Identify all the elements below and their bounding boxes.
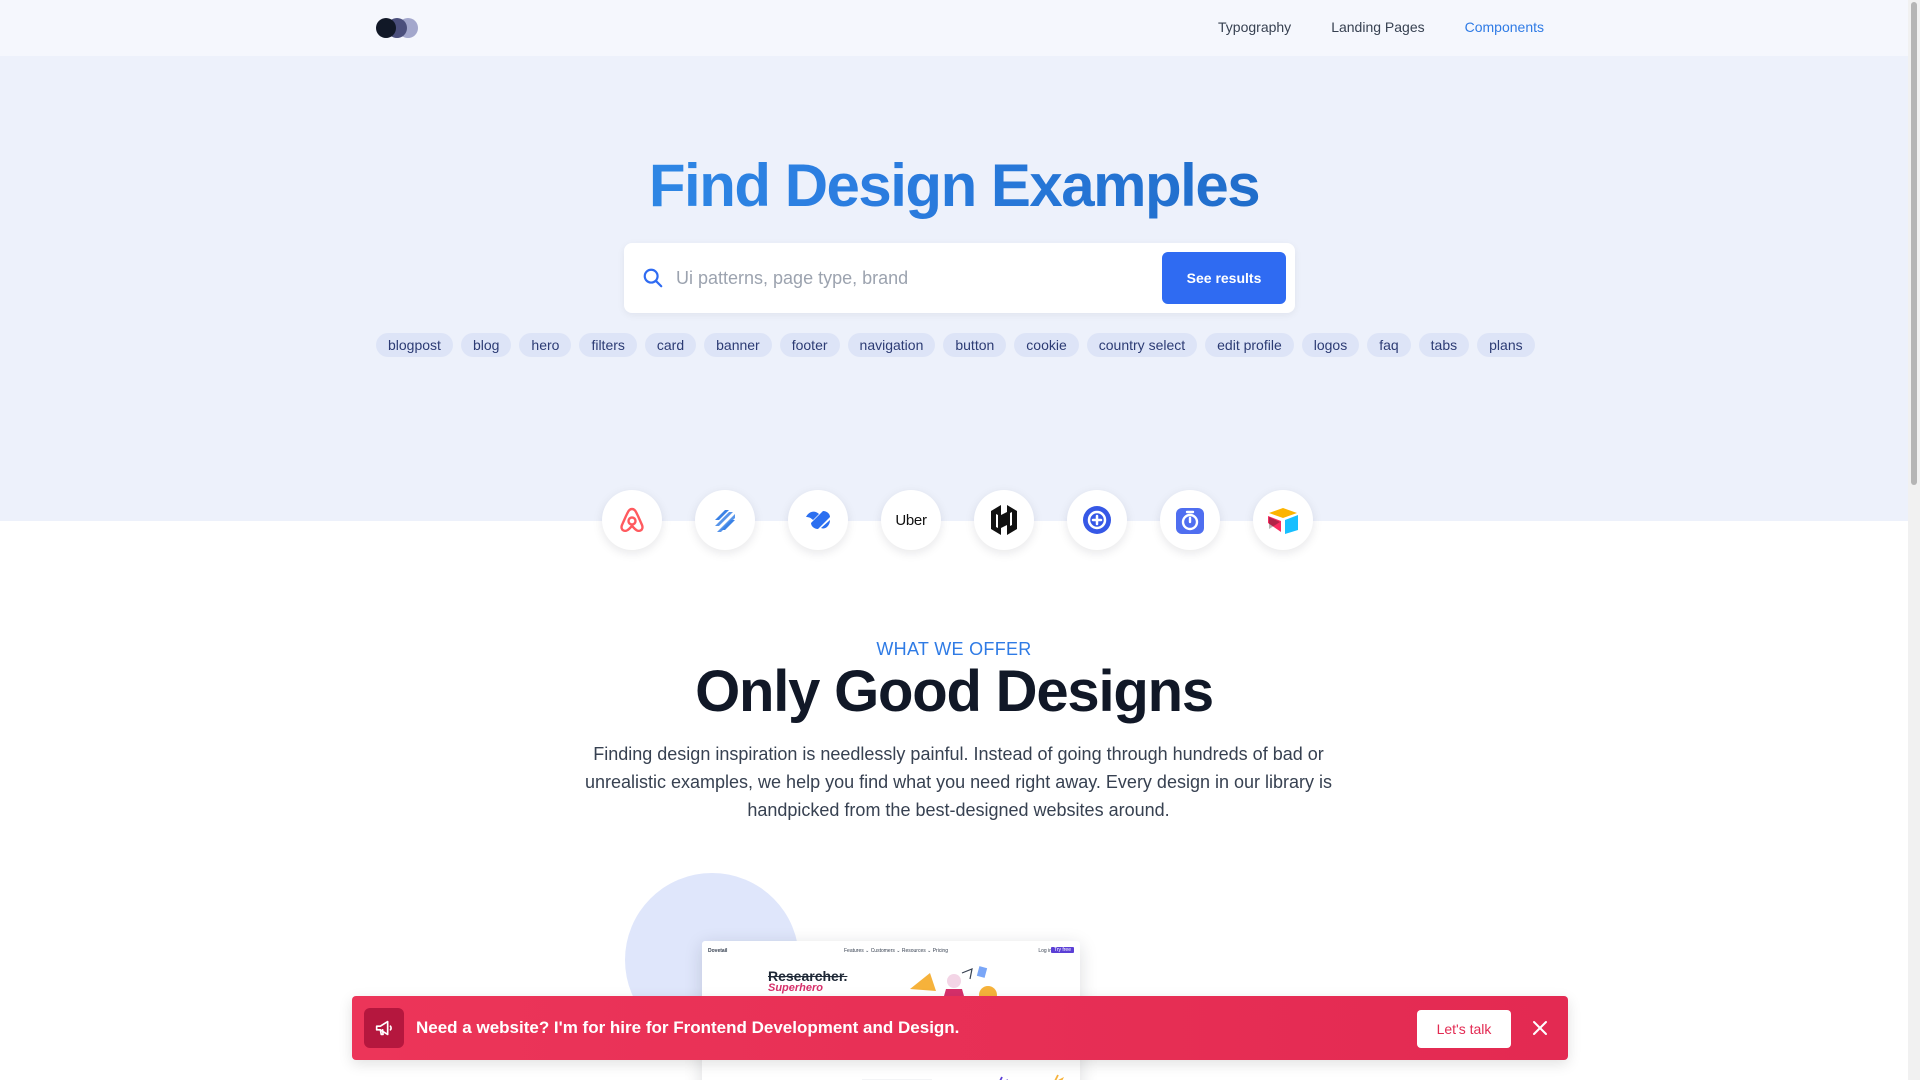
tag-blog[interactable]: blog [460,333,512,357]
preview-nav-links: Features ⌄ Customers ⌄ Resources ⌄ Prici… [844,948,948,954]
tag-footer[interactable]: footer [779,333,840,357]
tag-banner[interactable]: banner [704,333,772,357]
basecamp-logo[interactable] [788,490,848,550]
tag-tabs[interactable]: tabs [1418,333,1470,357]
section-description: Finding design inspiration is needlessly… [584,744,1333,820]
chat-bubble-logo[interactable] [1067,490,1127,550]
section-title: Only Good Designs [695,659,1214,724]
tag-faq[interactable]: faq [1367,333,1411,357]
preview-bottom-art [862,1074,1065,1080]
main-nav: Typography Landing Pages Components [1218,19,1544,35]
hashicorp-icon [991,505,1017,535]
section-eyebrow: WHAT WE OFFER [876,639,1032,659]
nav-typography[interactable]: Typography [1218,19,1291,35]
tag-button[interactable]: button [943,333,1007,357]
timer-icon [1176,508,1204,534]
close-icon[interactable] [1529,1017,1551,1039]
preview-brand: Dovetail [708,948,728,954]
page-scrollbar[interactable] [1908,0,1920,1080]
search-box: See results [624,243,1295,313]
site-logo[interactable] [376,18,418,38]
airtable-icon [1268,508,1298,534]
search-icon [643,268,663,288]
top-navbar: Typography Landing Pages Components [0,0,1908,56]
preview-cta: Try free [1050,947,1074,953]
hire-banner: Need a website? I'm for hire for Fronten… [352,996,1568,1060]
uber-logo[interactable]: Uber [881,490,941,550]
tag-edit-profile[interactable]: edit profile [1205,333,1294,357]
tag-card[interactable]: card [644,333,697,357]
helpscout-icon [715,510,735,532]
banner-message: Need a website? I'm for hire for Fronten… [416,1018,960,1037]
preview-headline-accent: Superhero [768,982,824,994]
uber-wordmark: Uber [895,511,927,529]
tag-list: blogpost blog hero filters card banner f… [376,333,1536,357]
search-input[interactable] [676,259,1156,297]
hero-section: Find Design Examples See results blogpos… [0,56,1908,521]
tag-blogpost[interactable]: blogpost [376,333,453,357]
timer-logo[interactable] [1160,490,1220,550]
preview-login: Log in [1038,948,1052,954]
chat-bubble-icon [1083,506,1111,534]
nav-components[interactable]: Components [1465,19,1544,35]
helpscout-logo[interactable] [695,490,755,550]
airbnb-icon [620,507,644,533]
tag-hero[interactable]: hero [519,333,572,357]
tag-country-select[interactable]: country select [1086,333,1198,357]
megaphone-icon [364,1008,404,1048]
tag-plans[interactable]: plans [1477,333,1535,357]
basecamp-icon [806,511,830,529]
airbnb-logo[interactable] [602,490,662,550]
logo-dot-dark [376,18,396,38]
tag-filters[interactable]: filters [579,333,637,357]
nav-landing-pages[interactable]: Landing Pages [1331,19,1424,35]
tag-navigation[interactable]: navigation [847,333,936,357]
tag-logos[interactable]: logos [1301,333,1360,357]
tag-cookie[interactable]: cookie [1014,333,1079,357]
lets-talk-button[interactable]: Let's talk [1417,1010,1511,1048]
hero-title: Find Design Examples [0,151,1908,220]
brand-logo-row: Uber [602,490,1313,550]
see-results-button[interactable]: See results [1162,252,1286,304]
airtable-logo[interactable] [1253,490,1313,550]
hashicorp-logo[interactable] [974,490,1034,550]
scrollbar-thumb[interactable] [1911,2,1917,485]
preview-navbar: Dovetail Features ⌄ Customers ⌄ Resource… [708,947,1074,956]
